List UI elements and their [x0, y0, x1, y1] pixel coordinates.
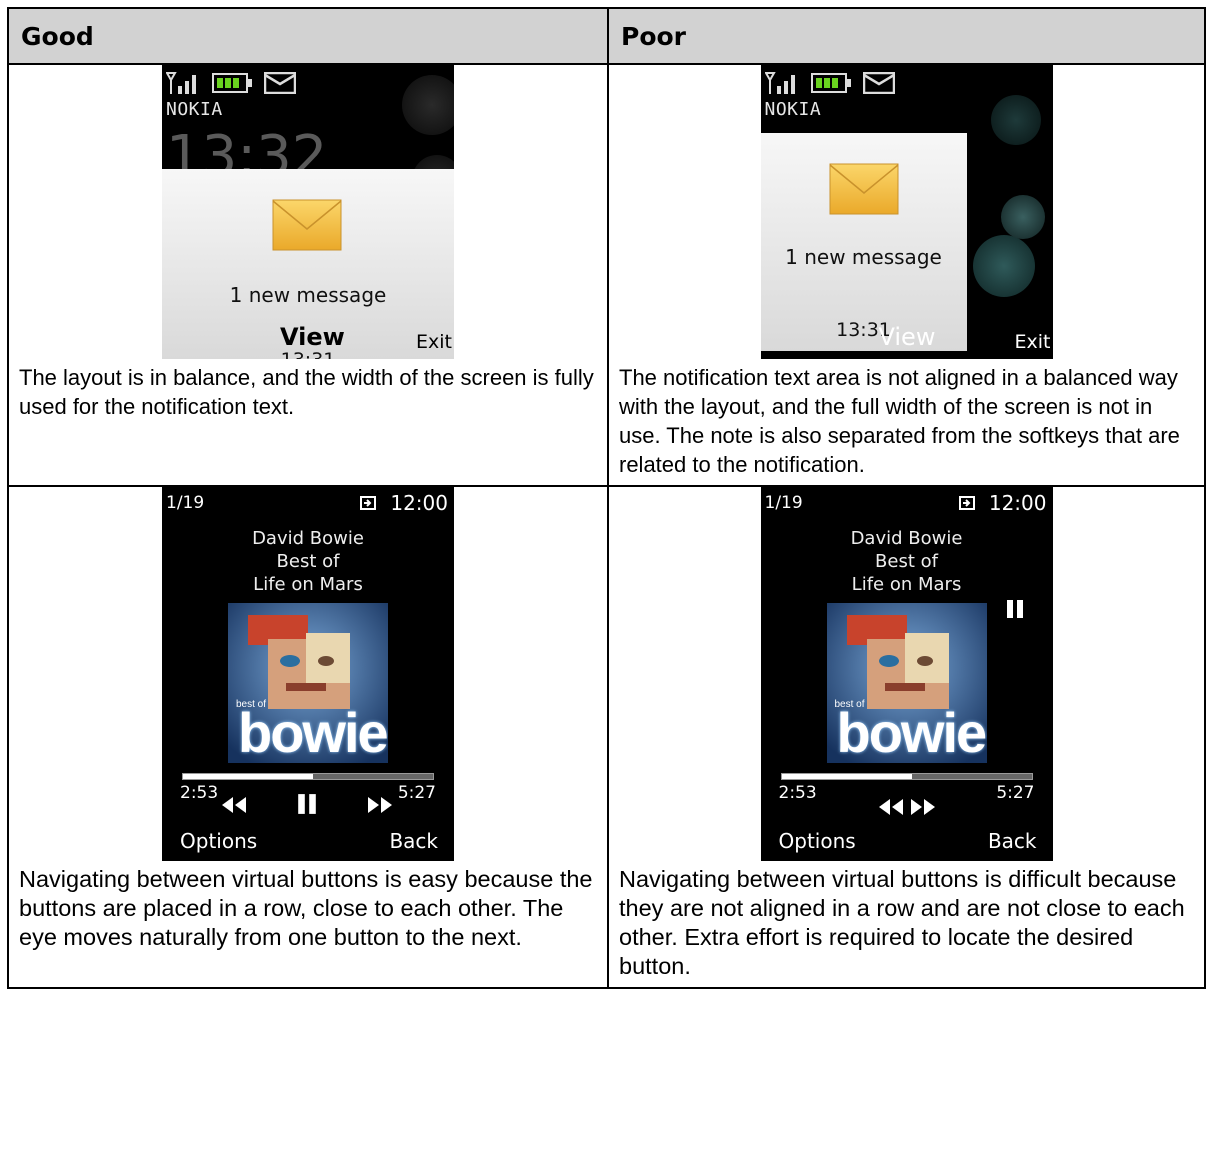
cell-poor-player: 1/19 12:00 David Bowie Best of Life on M…	[607, 485, 1206, 989]
caption-good-player: Navigating between virtual buttons is ea…	[19, 866, 593, 950]
rewind-icon[interactable]	[877, 797, 905, 817]
pause-icon[interactable]	[296, 793, 318, 815]
album-cover: best of bowie	[228, 603, 388, 763]
fast-forward-icon[interactable]	[909, 797, 937, 817]
song-title: Life on Mars	[253, 574, 363, 595]
notification-text: 1 new message	[785, 245, 942, 269]
phone-screen-poor-notification: NOKIA 1 new message 13:31 View Exit	[760, 65, 1053, 359]
album-name: Best of	[875, 551, 938, 572]
softkey-back[interactable]: Back	[389, 829, 438, 853]
envelope-icon	[829, 163, 898, 215]
comparison-table: Good Poor NOKIA 13:32 1 new message View…	[7, 7, 1206, 989]
battery-status-icon	[958, 496, 975, 510]
notification-time: 13:31	[836, 319, 891, 341]
softkey-exit[interactable]: Exit	[416, 331, 452, 353]
cover-big-text: bowie	[836, 701, 987, 763]
notification-note: 1 new message 13:31	[760, 133, 967, 351]
softkey-exit[interactable]: Exit	[1015, 331, 1051, 353]
cell-poor-notification: NOKIA 1 new message 13:31 View Exit The …	[607, 63, 1206, 487]
pause-icon[interactable]	[1005, 599, 1025, 619]
cell-good-player: 1/19 12:00 David Bowie Best of Life on M…	[7, 485, 609, 989]
header-poor: Poor	[607, 7, 1206, 65]
caption-good-notification: The layout is in balance, and the width …	[19, 365, 594, 419]
progress-bar[interactable]	[780, 773, 1033, 780]
track-counter: 1/19	[166, 493, 205, 513]
envelope-status-icon	[264, 72, 296, 94]
battery-status-icon	[360, 496, 377, 510]
track-counter: 1/19	[764, 493, 803, 513]
battery-icon	[810, 73, 851, 93]
envelope-status-icon	[862, 72, 895, 94]
status-clock-area: 12:00	[958, 491, 1047, 515]
battery-icon	[212, 73, 252, 93]
cover-big-text: bowie	[238, 701, 388, 763]
signal-icon	[764, 72, 795, 94]
phone-screen-good-notification: NOKIA 13:32 1 new message 13:31 View Exi…	[162, 65, 454, 359]
progress-bar[interactable]	[182, 773, 434, 780]
music-player-good: 1/19 12:00 David Bowie Best of Life on M…	[162, 487, 454, 861]
elapsed-time: 2:53	[778, 783, 817, 803]
total-time: 5:27	[397, 783, 436, 803]
header-good: Good	[7, 7, 609, 65]
clock: 12:00	[988, 491, 1047, 515]
envelope-icon	[272, 199, 342, 251]
rewind-icon[interactable]	[220, 795, 248, 815]
status-bar	[764, 71, 895, 95]
elapsed-time: 2:53	[180, 783, 219, 803]
caption-poor-notification: The notification text area is not aligne…	[619, 365, 1180, 477]
softkey-back[interactable]: Back	[988, 829, 1037, 853]
total-time: 5:27	[996, 783, 1035, 803]
status-clock-area: 12:00	[360, 491, 448, 515]
music-player-poor: 1/19 12:00 David Bowie Best of Life on M…	[760, 487, 1053, 861]
operator-name: NOKIA	[166, 99, 223, 120]
softkey-options[interactable]: Options	[779, 829, 856, 853]
cell-good-notification: NOKIA 13:32 1 new message 13:31 View Exi…	[7, 63, 609, 487]
notification-text: 1 new message	[229, 283, 387, 307]
artist-name: David Bowie	[252, 528, 364, 549]
caption-poor-player: Navigating between virtual buttons is di…	[619, 866, 1185, 979]
clock: 12:00	[390, 491, 448, 515]
softkey-view[interactable]: View	[280, 323, 345, 351]
fast-forward-icon[interactable]	[366, 795, 394, 815]
status-bar	[166, 71, 296, 95]
progress-fill	[781, 774, 912, 779]
operator-name: NOKIA	[764, 99, 822, 120]
signal-icon	[166, 72, 196, 94]
softkey-view[interactable]: View	[879, 323, 936, 351]
album-cover: best of bowie	[826, 603, 987, 763]
softkey-options[interactable]: Options	[180, 829, 257, 853]
progress-fill	[183, 774, 313, 779]
song-title: Life on Mars	[851, 574, 962, 595]
artist-name: David Bowie	[850, 528, 963, 549]
album-name: Best of	[276, 551, 340, 572]
